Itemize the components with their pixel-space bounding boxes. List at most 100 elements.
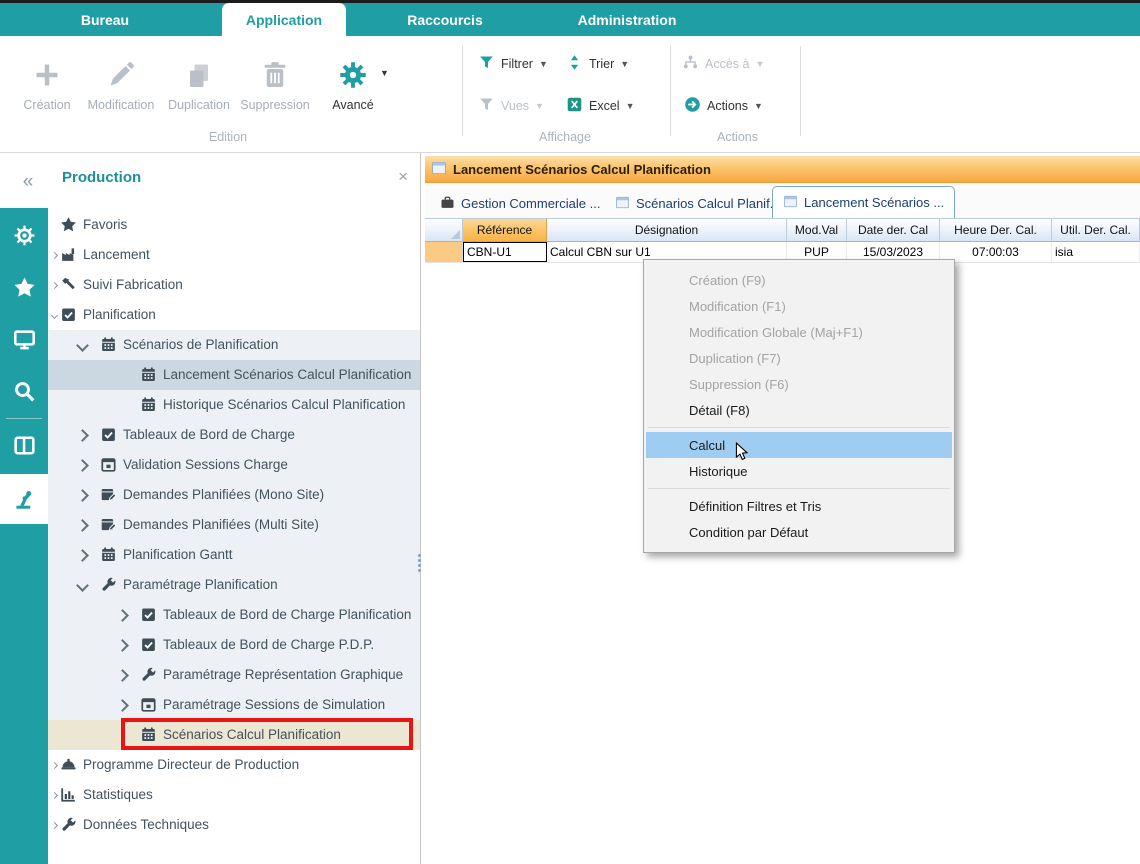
cell-heure-der-cal[interactable]: 07:00:03 <box>940 242 1052 262</box>
tree-item-tableaux-de-bord-de-charge[interactable]: Tableaux de Bord de Charge <box>48 420 420 450</box>
context-menu-item-condition-par-defaut[interactable]: Condition par Défaut <box>646 519 952 545</box>
chevron-right-icon[interactable] <box>76 459 89 472</box>
tree-item-validation-sessions-charge[interactable]: Validation Sessions Charge <box>48 450 420 480</box>
ribbon-button-vues[interactable]: Vues▼ <box>478 94 544 118</box>
sidebar-item-robot-arm[interactable] <box>0 474 48 524</box>
document-tab-lancement-scenarios[interactable]: Lancement Scénarios ... <box>772 186 955 218</box>
column-header-mod-val[interactable]: Mod.Val <box>787 218 847 242</box>
panel-splitter-handle[interactable] <box>416 545 423 581</box>
sidebar-item-star[interactable] <box>0 262 48 312</box>
chevron-down-icon[interactable]: ▼ <box>754 101 763 111</box>
ribbon-button-label: Actions <box>707 99 748 113</box>
document-tab-scenarios-calcul-planif[interactable]: Scénarios Calcul Planif... <box>605 189 791 218</box>
row-selector-cell[interactable] <box>425 242 463 262</box>
chevron-down-icon[interactable]: ▼ <box>535 101 544 111</box>
chevron-right-icon[interactable] <box>51 252 58 259</box>
column-header-reference[interactable]: Référence <box>463 218 547 242</box>
tree-item-suivi-fabrication[interactable]: Suivi Fabrication <box>48 270 420 300</box>
collapse-panel-button[interactable]: « <box>12 168 44 196</box>
close-panel-icon[interactable]: × <box>398 167 408 187</box>
chevron-right-icon[interactable] <box>76 519 89 532</box>
tree-item-parametrage-sessions-de-simulation[interactable]: Paramétrage Sessions de Simulation <box>48 690 420 720</box>
chevron-down-icon[interactable]: ▼ <box>755 59 764 69</box>
chevron-right-icon[interactable] <box>51 762 58 769</box>
chevron-right-icon[interactable] <box>76 549 89 562</box>
tree-item-planification[interactable]: Planification <box>48 300 420 330</box>
column-header-util-der-cal[interactable]: Util. Der. Cal. <box>1052 218 1140 242</box>
tree-item-favoris[interactable]: Favoris <box>48 210 420 240</box>
ribbon-button-excel[interactable]: Excel▼ <box>566 94 635 118</box>
context-menu-item-detail-f8[interactable]: Détail (F8) <box>646 397 952 423</box>
menubar-tab-raccourcis[interactable]: Raccourcis <box>393 3 497 36</box>
chevron-down-icon[interactable] <box>76 339 89 352</box>
sidebar-item-helm[interactable] <box>0 210 48 260</box>
tree-item-programme-directeur-de-production[interactable]: Programme Directeur de Production <box>48 750 420 780</box>
sidebar-item-columns[interactable] <box>0 420 48 470</box>
context-menu-item-suppression-f6: Suppression (F6) <box>646 371 952 397</box>
cell-util-der-cal[interactable]: isia <box>1052 242 1140 262</box>
ribbon-button-suppression[interactable]: Suppression <box>236 48 314 136</box>
monitor-icon <box>13 328 36 351</box>
chevron-right-icon[interactable] <box>116 669 129 682</box>
chevron-right-icon[interactable] <box>51 792 58 799</box>
chevron-right-icon[interactable] <box>116 699 129 712</box>
chevron-right-icon[interactable] <box>76 489 89 502</box>
tree-item-label: Validation Sessions Charge <box>123 457 288 472</box>
menubar-tab-application[interactable]: Application <box>222 3 346 36</box>
ribbon-button-trier[interactable]: Trier▼ <box>566 52 629 76</box>
menubar-tab-administration[interactable]: Administration <box>557 3 697 36</box>
tree-item-tableaux-de-bord-de-charge-planification[interactable]: Tableaux de Bord de Charge Planification <box>48 600 420 630</box>
tree-item-demandes-planifiees-mono-site[interactable]: Demandes Planifiées (Mono Site) <box>48 480 420 510</box>
tree-item-label: Programme Directeur de Production <box>83 757 299 772</box>
sidebar-item-monitor[interactable] <box>0 314 48 364</box>
context-menu: Création (F9)Modification (F1)Modificati… <box>643 259 955 553</box>
chevron-right-icon[interactable] <box>116 609 129 622</box>
chevron-down-icon[interactable] <box>51 312 58 319</box>
tree-item-parametrage-representation-graphique[interactable]: Paramétrage Représentation Graphique <box>48 660 420 690</box>
ribbon-button-modification[interactable]: Modification <box>82 48 160 136</box>
ribbon-group-separator <box>800 46 801 136</box>
tree-item-statistiques[interactable]: Statistiques <box>48 780 420 810</box>
tree-item-planification-gantt[interactable]: Planification Gantt <box>48 540 420 570</box>
pencil-icon <box>106 60 136 90</box>
tree-item-historique-scenarios-calcul-planification[interactable]: Historique Scénarios Calcul Planificatio… <box>48 390 420 420</box>
column-header-heure-der-cal[interactable]: Heure Der. Cal. <box>940 218 1052 242</box>
chevron-down-icon[interactable]: ▼ <box>380 68 389 78</box>
context-menu-item-calcul[interactable]: Calcul <box>646 432 952 458</box>
ribbon-button-filtrer[interactable]: Filtrer▼ <box>478 52 548 76</box>
ribbon-button-actions[interactable]: Actions ▼ <box>684 94 763 118</box>
ribbon-button-duplication[interactable]: Duplication <box>160 48 238 136</box>
context-menu-item-definition-filtres-et-tris[interactable]: Définition Filtres et Tris <box>646 493 952 519</box>
menubar-tab-bureau[interactable]: Bureau <box>60 3 150 36</box>
table-corner-cell[interactable] <box>425 218 463 242</box>
context-menu-item-historique[interactable]: Historique <box>646 458 952 484</box>
ribbon-button-avance[interactable]: Avancé ▼ <box>314 48 392 136</box>
tree-item-demandes-planifiees-multi-site[interactable]: Demandes Planifiées (Multi Site) <box>48 510 420 540</box>
tree-item-parametrage-planification[interactable]: Paramétrage Planification <box>48 570 420 600</box>
document-tab-gestion-commerciale[interactable]: Gestion Commerciale ... <box>430 189 610 218</box>
chevron-down-icon[interactable]: ▼ <box>539 59 548 69</box>
ribbon-button-creation[interactable]: Création <box>8 48 86 136</box>
briefcase-icon <box>440 195 455 213</box>
tree-item-donnees-techniques[interactable]: Données Techniques <box>48 810 420 840</box>
cell-reference[interactable]: CBN-U1 <box>463 242 547 262</box>
chevron-right-icon[interactable] <box>51 822 58 829</box>
chevron-right-icon[interactable] <box>51 282 58 289</box>
tree-item-label: Données Techniques <box>83 817 209 832</box>
tree-item-tableaux-de-bord-de-charge-p-d-p[interactable]: Tableaux de Bord de Charge P.D.P. <box>48 630 420 660</box>
column-header-date-der-cal[interactable]: Date der. Cal <box>847 218 940 242</box>
chevron-right-icon[interactable] <box>116 639 129 652</box>
tree-item-lancement[interactable]: Lancement <box>48 240 420 270</box>
chevron-down-icon[interactable]: ▼ <box>626 101 635 111</box>
mouse-cursor <box>733 442 751 462</box>
ribbon-button-label: Avancé <box>314 98 392 112</box>
chevron-down-icon[interactable] <box>76 579 89 592</box>
sidebar-item-search[interactable] <box>0 366 48 416</box>
column-header-designation[interactable]: Désignation <box>547 218 787 242</box>
chevron-right-icon[interactable] <box>76 429 89 442</box>
tree-item-lancement-scenarios-calcul-planification[interactable]: Lancement Scénarios Calcul Planification <box>48 360 420 390</box>
tree-item-scenarios-de-planification[interactable]: Scénarios de Planification <box>48 330 420 360</box>
sort-icon <box>566 54 583 74</box>
chevron-down-icon[interactable]: ▼ <box>620 59 629 69</box>
ribbon-button-acces-a[interactable]: Accès à▼ <box>682 52 764 76</box>
